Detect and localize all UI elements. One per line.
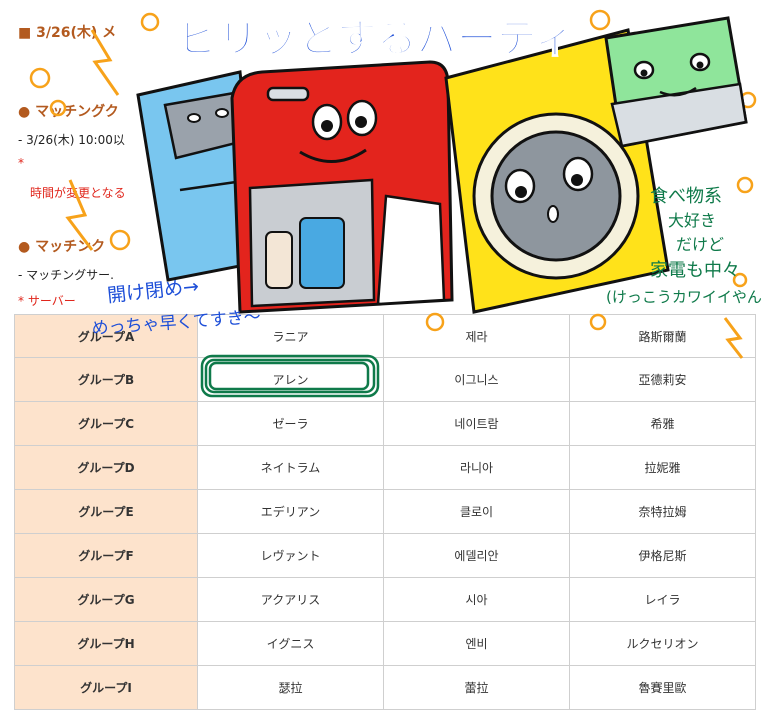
section-heading-matching: ● マッチングク [18, 104, 119, 120]
name-col-2: 클로이 [383, 489, 570, 534]
asterisk-mark: * [18, 156, 24, 170]
name-col-2: 蕾拉 [383, 665, 570, 710]
name-col-2: 시아 [383, 577, 570, 622]
group-label: グループH [14, 621, 198, 666]
name-col-3: 伊格尼斯 [569, 533, 756, 578]
name-col-2: 제라 [383, 314, 570, 358]
name-col-3: ルクセリオン [569, 621, 756, 666]
group-label: グループB [14, 357, 198, 402]
name-col-3: レイラ [569, 577, 756, 622]
name-col-2: 에델리안 [383, 533, 570, 578]
matching-server-line: - マッチングサー. [18, 268, 114, 282]
table-row: グループE エデリアン 클로이 奈特拉姆 [14, 489, 756, 534]
group-label: グループE [14, 489, 198, 534]
group-label: グループI [14, 665, 198, 710]
section-heading-matching-2: ● マッチンク [18, 239, 106, 255]
group-label: グループF [14, 533, 198, 578]
name-col-1: ゼーラ [197, 401, 384, 446]
table-row: グループA ラニア 제라 路斯爾蘭 [14, 314, 756, 358]
name-col-1: 瑟拉 [197, 665, 384, 710]
name-col-1: エデリアン [197, 489, 384, 534]
name-col-2: 이그니스 [383, 357, 570, 402]
table-row: グループC ゼーラ 네이트람 希雅 [14, 401, 756, 446]
name-col-3: 亞德莉安 [569, 357, 756, 402]
table-row: グループI 瑟拉 蕾拉 魯賽里歐 [14, 665, 756, 710]
table-row: グループD ネイトラム 라니아 拉妮雅 [14, 445, 756, 490]
group-label: グループC [14, 401, 198, 446]
name-col-1: ラニア [197, 314, 384, 358]
name-col-1: アクアリス [197, 577, 384, 622]
date-heading: ■ 3/26(木) メ [18, 25, 117, 41]
page-content: ■ 3/26(木) メ ● マッチングク - 3/26(木) 10:00以 * … [0, 0, 772, 720]
name-col-1: ネイトラム [197, 445, 384, 490]
matching-time-line: - 3/26(木) 10:00以 [18, 133, 125, 147]
table-row: グループG アクアリス 시아 レイラ [14, 577, 756, 622]
name-col-3: 奈特拉姆 [569, 489, 756, 534]
name-col-2: 네이트람 [383, 401, 570, 446]
name-col-2: 엔비 [383, 621, 570, 666]
server-note: * サーバー [18, 294, 76, 308]
group-label: グループD [14, 445, 198, 490]
name-col-3: 希雅 [569, 401, 756, 446]
name-col-3: 路斯爾蘭 [569, 314, 756, 358]
name-col-1: イグニス [197, 621, 384, 666]
table-row: グループH イグニス 엔비 ルクセリオン [14, 621, 756, 666]
time-change-note: 時間が変更となる [30, 186, 126, 200]
name-col-1: アレン [197, 357, 384, 402]
table-row: グループF レヴァント 에델리안 伊格尼斯 [14, 533, 756, 578]
group-label: グループA [14, 314, 198, 358]
name-col-1: レヴァント [197, 533, 384, 578]
name-col-3: 魯賽里歐 [569, 665, 756, 710]
group-table: グループA ラニア 제라 路斯爾蘭 グループB アレン 이그니스 亞德莉安 グループC ゼーラ 네이… [14, 314, 756, 710]
table-row: グループB アレン 이그니스 亞德莉安 [14, 357, 756, 402]
group-label: グループG [14, 577, 198, 622]
name-col-2: 라니아 [383, 445, 570, 490]
name-col-3: 拉妮雅 [569, 445, 756, 490]
